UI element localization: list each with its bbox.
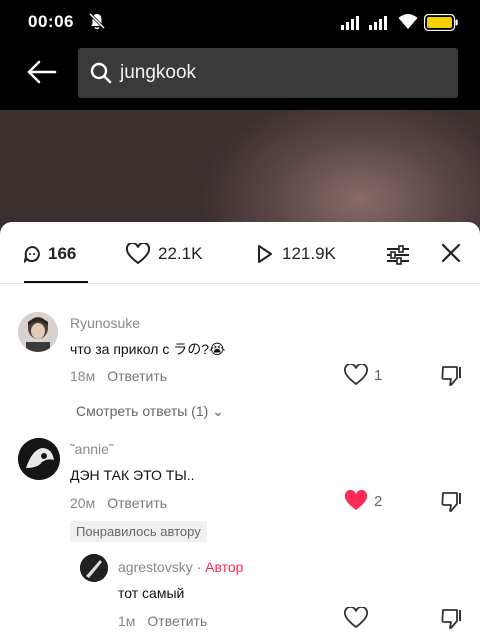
signal-icon [341, 16, 359, 30]
comment-meta: 18м Ответить [70, 368, 167, 384]
comment-like-button[interactable]: 2 [344, 490, 382, 512]
comment-bubble-icon [24, 246, 40, 263]
close-icon[interactable] [440, 242, 462, 264]
tab-comments[interactable]: 166 [24, 240, 76, 268]
back-arrow-icon[interactable] [26, 58, 58, 86]
comment-meta: 20м Ответить [70, 495, 167, 511]
reply-meta: 1м Ответить [118, 613, 207, 629]
filter-icon[interactable] [385, 244, 411, 266]
tab-likes-count: 22.1K [158, 244, 203, 263]
dislike-icon[interactable] [440, 607, 464, 631]
avatar[interactable] [80, 554, 108, 582]
comment-like-count: 2 [374, 492, 383, 510]
wifi-icon [398, 14, 418, 29]
search-header: jungkook [0, 44, 480, 110]
tab-likes[interactable]: 22.1K [126, 240, 202, 268]
reply-button[interactable]: Ответить [147, 613, 207, 629]
search-icon [90, 62, 112, 84]
avatar-image [18, 438, 60, 480]
reply-username[interactable]: agrestovsky [118, 559, 193, 575]
dislike-icon[interactable] [440, 364, 464, 388]
search-query: jungkook [120, 62, 197, 83]
comment-time: 20м [70, 495, 96, 511]
view-replies-button[interactable]: Смотреть ответы (1) ⌄ [76, 403, 224, 420]
comment-text: что за прикол с ラの?😭 [70, 341, 226, 357]
status-bar: 00:06 [0, 0, 480, 44]
reply-text: тот самый [118, 585, 185, 601]
comment-username[interactable]: Ryunosuke [70, 315, 140, 331]
heart-outline-icon [126, 243, 150, 265]
avatar[interactable] [18, 312, 58, 352]
avatar-image [80, 554, 108, 582]
play-icon [258, 245, 272, 263]
battery-icon [424, 14, 458, 31]
video-preview[interactable] [0, 110, 480, 240]
heart-outline-icon [344, 607, 368, 629]
heart-filled-icon [344, 490, 368, 510]
search-input[interactable]: jungkook [78, 48, 458, 98]
mute-bell-icon [88, 12, 106, 30]
comments-sheet: 166 22.1K 121.9K Ryunosuke что за прикол… [0, 222, 480, 640]
liked-by-author-badge: Понравилось автору [70, 521, 207, 542]
comment-like-button[interactable]: 1 [344, 364, 382, 386]
heart-outline-icon [344, 364, 368, 386]
comment-like-count: 1 [374, 366, 383, 384]
tab-comments-count: 166 [48, 244, 77, 263]
tab-views[interactable]: 121.9K [256, 240, 336, 268]
signal-icon-secondary [369, 16, 387, 30]
tab-active-indicator [24, 281, 88, 283]
status-time: 00:06 [28, 12, 74, 31]
reply-username-row: agrestovsky · Автор [118, 559, 243, 575]
comment-time: 18м [70, 368, 96, 384]
reply-button[interactable]: Ответить [107, 368, 167, 384]
avatar[interactable] [18, 438, 60, 480]
avatar-image [18, 312, 58, 352]
reply-button[interactable]: Ответить [107, 495, 167, 511]
author-tag: · Автор [196, 559, 244, 575]
comment-username[interactable]: ˜annie˜ [70, 441, 114, 457]
comments-tabs: 166 22.1K 121.9K [0, 222, 480, 284]
dislike-icon[interactable] [440, 490, 464, 514]
reply-time: 1м [118, 613, 136, 629]
tab-views-count: 121.9K [282, 244, 336, 263]
reply-like-button[interactable] [344, 607, 368, 629]
comment-text: ДЭН ТАК ЭТО ТЫ.. [70, 467, 195, 483]
